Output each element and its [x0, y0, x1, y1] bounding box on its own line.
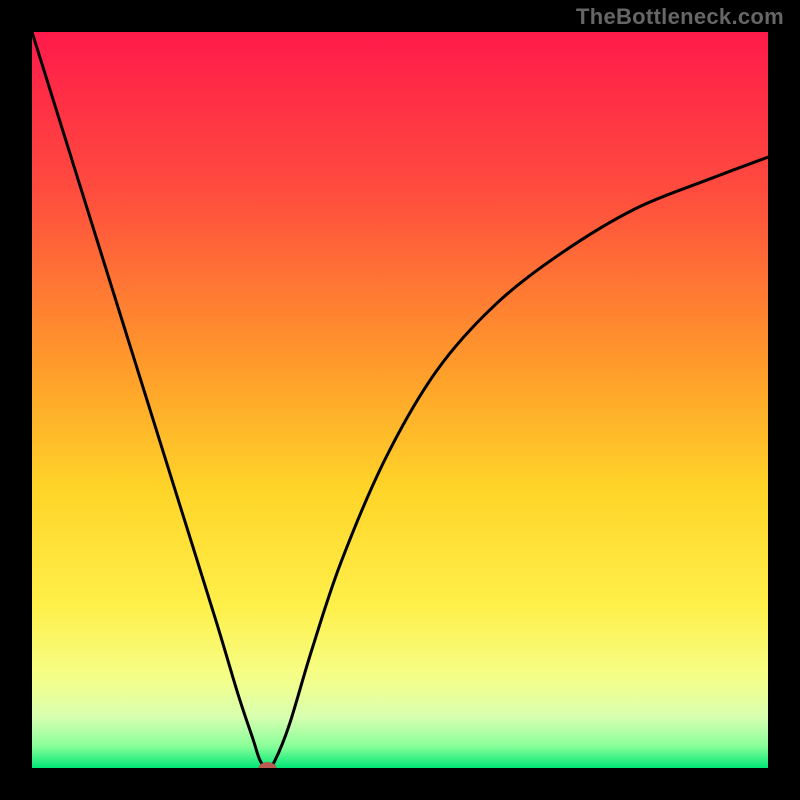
plot-svg: [32, 32, 768, 768]
gradient-background: [32, 32, 768, 768]
chart-frame: TheBottleneck.com: [0, 0, 800, 800]
plot-area: [32, 32, 768, 768]
watermark-label: TheBottleneck.com: [576, 4, 784, 30]
